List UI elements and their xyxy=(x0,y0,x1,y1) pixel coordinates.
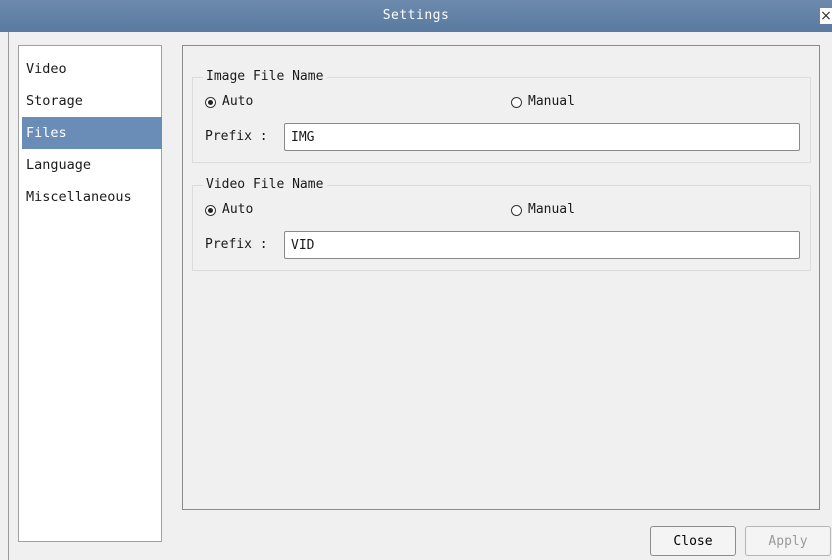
sidebar-item-miscellaneous[interactable]: Miscellaneous xyxy=(22,181,162,213)
video-prefix-input[interactable] xyxy=(284,231,800,259)
sidebar-item-files[interactable]: Files xyxy=(22,117,162,149)
video-manual-radio[interactable]: Manual xyxy=(511,200,575,220)
title-bar: Settings × xyxy=(0,0,832,32)
video-prefix-label: Prefix : xyxy=(205,237,268,252)
image-prefix-input[interactable] xyxy=(284,123,800,151)
image-auto-radio[interactable]: Auto xyxy=(205,92,253,112)
video-file-name-group: Video File Name Auto Manual Prefix : xyxy=(192,176,811,271)
image-manual-radio[interactable]: Manual xyxy=(511,92,575,112)
radio-checked-icon xyxy=(205,96,216,108)
radio-unchecked-icon xyxy=(511,204,522,216)
image-file-name-group: Image File Name Auto Manual Prefix : xyxy=(192,68,811,163)
close-button[interactable]: Close xyxy=(650,526,736,556)
apply-button[interactable]: Apply xyxy=(745,526,831,556)
image-file-name-title: Image File Name xyxy=(203,68,328,86)
settings-category-list: Video Storage Files Language Miscellaneo… xyxy=(18,45,162,542)
image-manual-label: Manual xyxy=(528,94,575,109)
sidebar-item-language[interactable]: Language xyxy=(22,149,162,181)
window-title: Settings xyxy=(382,8,450,23)
radio-unchecked-icon xyxy=(511,96,522,108)
sidebar-item-video[interactable]: Video xyxy=(22,53,162,85)
image-prefix-label: Prefix : xyxy=(205,129,268,144)
close-icon[interactable]: × xyxy=(820,8,832,24)
video-auto-radio[interactable]: Auto xyxy=(205,200,253,220)
sidebar-item-storage[interactable]: Storage xyxy=(22,85,162,117)
image-auto-label: Auto xyxy=(222,94,254,109)
video-file-name-title: Video File Name xyxy=(203,176,328,194)
video-manual-label: Manual xyxy=(528,202,575,217)
radio-checked-icon xyxy=(205,204,216,216)
files-settings-panel: Image File Name Auto Manual Prefix : Vid… xyxy=(182,45,820,510)
video-auto-label: Auto xyxy=(222,202,254,217)
window-left-border xyxy=(8,32,9,560)
